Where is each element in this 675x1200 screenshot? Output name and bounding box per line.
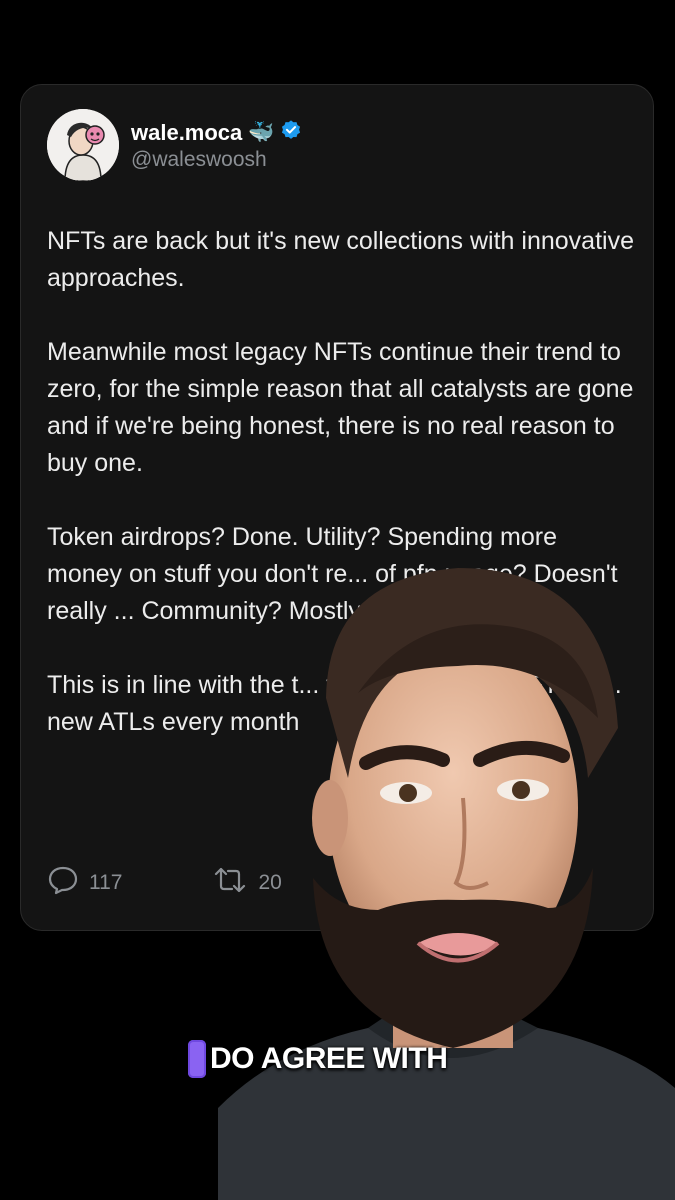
- reply-icon: [47, 865, 79, 901]
- whale-emoji: 🐳: [248, 120, 275, 144]
- verified-badge-icon: [280, 119, 302, 146]
- video-caption: DO AGREE WITH: [188, 1040, 448, 1078]
- reply-count: 117: [89, 871, 123, 894]
- caption-text: DO AGREE WITH: [210, 1042, 448, 1075]
- name-row: wale.moca 🐳: [131, 119, 302, 146]
- handle[interactable]: @waleswoosh: [131, 148, 267, 172]
- presenter-video-overlay: [218, 548, 675, 1200]
- tweet-paragraph: Meanwhile most legacy NFTs continue thei…: [47, 338, 634, 477]
- caption-cursor-icon: [188, 1040, 206, 1078]
- tweet-paragraph: NFTs are back but it's new collections w…: [47, 227, 634, 292]
- reply-button[interactable]: 117: [47, 865, 122, 901]
- avatar-illustration: [47, 109, 119, 181]
- presenter-figure: [218, 568, 675, 1200]
- display-name[interactable]: wale.moca: [131, 120, 242, 146]
- avatar[interactable]: [47, 109, 119, 181]
